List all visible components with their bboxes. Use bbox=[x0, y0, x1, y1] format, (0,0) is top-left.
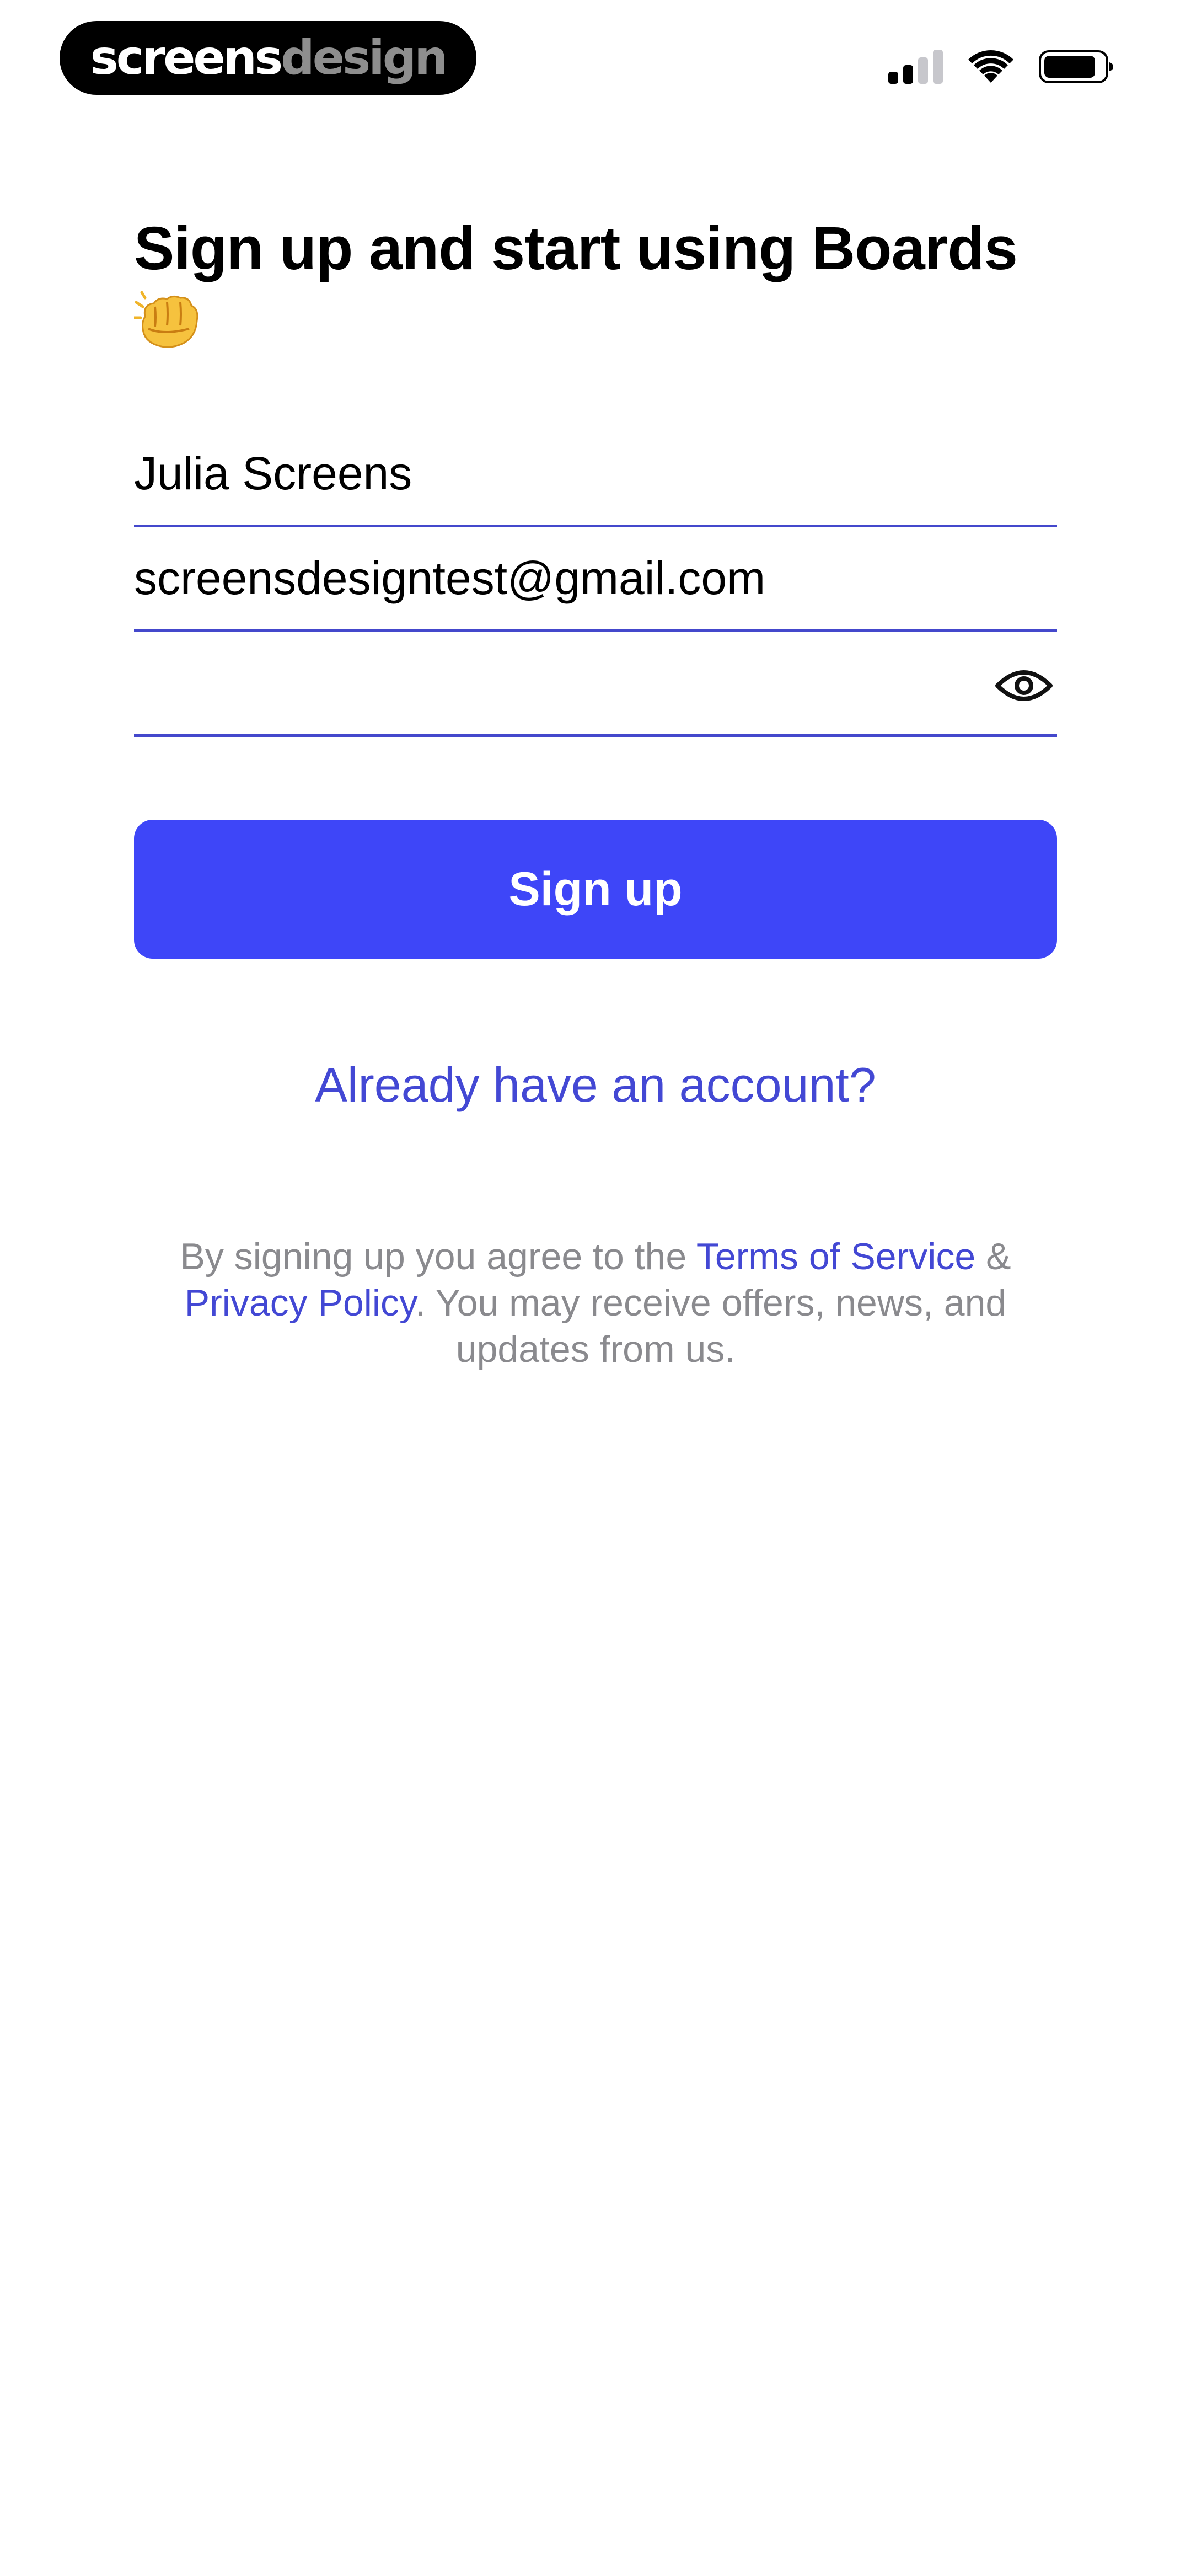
wifi-icon bbox=[968, 50, 1013, 84]
battery-icon bbox=[1039, 49, 1114, 84]
eye-icon[interactable] bbox=[993, 664, 1055, 708]
legal-suffix: . You may receive offers, news, and upda… bbox=[415, 1282, 1007, 1370]
brand-logo-part-2: design bbox=[281, 30, 448, 85]
name-field bbox=[134, 403, 1057, 527]
signup-button[interactable]: Sign up bbox=[134, 820, 1057, 959]
signup-form-container: Sign up and start using Boards Sign up A… bbox=[132, 212, 1057, 1372]
brand-badge: screensdesign bbox=[60, 21, 476, 95]
password-input[interactable] bbox=[134, 653, 961, 713]
brand-logo: screensdesign bbox=[90, 34, 448, 82]
email-input[interactable] bbox=[134, 548, 961, 608]
status-bar: screensdesign bbox=[0, 0, 1191, 127]
oncoming-fist-emoji-icon bbox=[132, 290, 202, 355]
email-field bbox=[134, 527, 1057, 632]
already-have-account-link[interactable]: Already have an account? bbox=[134, 1061, 1057, 1109]
terms-of-service-link[interactable]: Terms of Service bbox=[696, 1236, 975, 1278]
legal-text: By signing up you agree to the Terms of … bbox=[134, 1233, 1057, 1372]
legal-ampersand: & bbox=[975, 1236, 1011, 1278]
password-field bbox=[134, 632, 1057, 737]
page-title-text: Sign up and start using Boards bbox=[134, 215, 1018, 282]
brand-logo-part-1: screens bbox=[90, 30, 283, 85]
page-title: Sign up and start using Boards bbox=[132, 212, 1057, 360]
name-input[interactable] bbox=[134, 443, 961, 504]
cellular-signal-icon bbox=[888, 50, 943, 84]
legal-prefix: By signing up you agree to the bbox=[180, 1236, 696, 1278]
privacy-policy-link[interactable]: Privacy Policy bbox=[185, 1282, 415, 1324]
status-icons bbox=[888, 47, 1114, 86]
